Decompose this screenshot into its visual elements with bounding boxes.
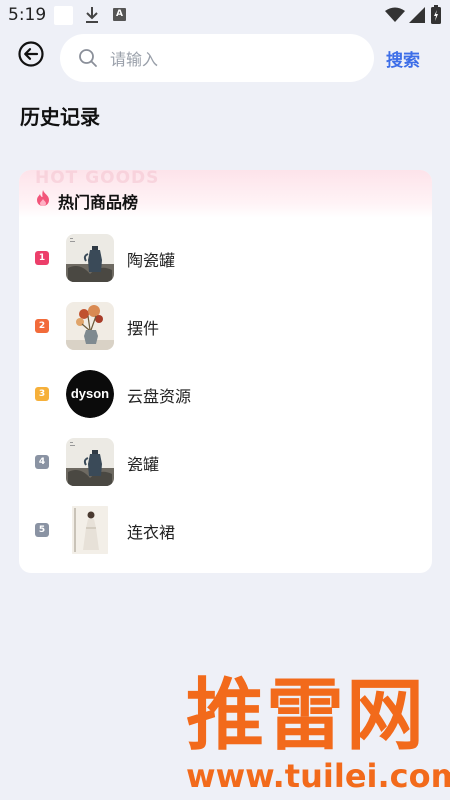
hot-card-header: HOT GOODS 热门商品榜 — [19, 170, 432, 218]
rank-badge: 5 — [35, 523, 49, 537]
hot-item-3[interactable]: 3 dyson 云盘资源 — [19, 366, 432, 422]
vase-image — [66, 438, 114, 486]
battery-icon — [431, 5, 441, 24]
hot-goods-card: HOT GOODS 热门商品榜 1 陶瓷罐 2 摆件 3 dyson 云盘资源 … — [19, 170, 432, 573]
hot-goods-watermark: HOT GOODS — [35, 170, 160, 188]
status-time: 5:19 — [8, 5, 47, 25]
search-box[interactable] — [60, 34, 374, 84]
watermark-logo-text: 推雷网 — [186, 671, 427, 761]
item-name: 连衣裙 — [127, 523, 176, 542]
rank-badge: 4 — [35, 455, 49, 469]
hot-item-5[interactable]: 5 连衣裙 — [19, 502, 432, 558]
site-watermark-logo: 推雷网 www.tuilei.com — [186, 676, 450, 800]
svg-text:dyson: dyson — [71, 386, 109, 401]
flame-icon — [37, 190, 49, 206]
hot-item-1[interactable]: 1 陶瓷罐 — [19, 230, 432, 286]
hot-goods-title: 热门商品榜 — [58, 193, 139, 212]
history-title: 历史记录 — [20, 105, 100, 129]
search-icon — [79, 49, 97, 67]
vase-image — [66, 234, 114, 282]
dyson-logo: dyson — [66, 370, 114, 418]
hot-item-4[interactable]: 4 瓷罐 — [19, 434, 432, 490]
item-name: 瓷罐 — [127, 455, 160, 474]
hot-item-2[interactable]: 2 摆件 — [19, 298, 432, 354]
rank-badge: 2 — [35, 319, 49, 333]
search-button[interactable]: 搜索 — [386, 46, 420, 71]
watermark-url: www.tuilei.com — [186, 757, 450, 795]
flower-vase-image — [66, 302, 114, 350]
item-name: 摆件 — [127, 319, 160, 338]
item-name: 云盘资源 — [127, 387, 192, 406]
search-input[interactable] — [108, 34, 362, 84]
app-a-icon: A — [113, 8, 126, 21]
rank-badge: 3 — [35, 387, 49, 401]
wifi-icon — [385, 7, 405, 22]
download-icon — [86, 7, 98, 23]
back-icon[interactable] — [17, 40, 45, 68]
signal-icon — [409, 7, 425, 23]
status-bar: 5:19 A — [0, 0, 450, 30]
item-name: 陶瓷罐 — [127, 251, 176, 270]
notification-icon — [54, 6, 73, 25]
rank-badge: 1 — [35, 251, 49, 265]
dress-image — [66, 506, 114, 554]
